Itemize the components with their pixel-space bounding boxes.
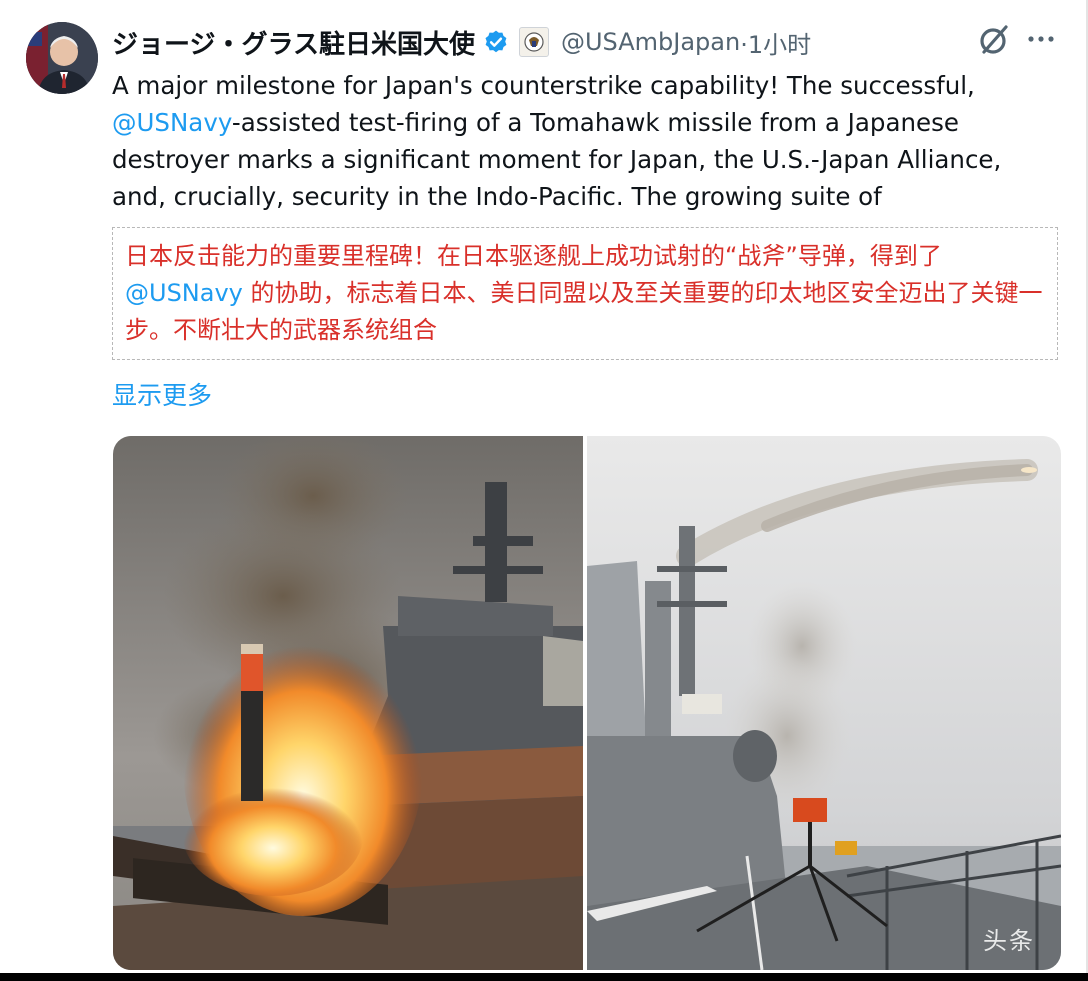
tweet-text-part-1: A major milestone for Japan's counterstr… bbox=[112, 71, 975, 100]
translation-mention-link[interactable]: @USNavy bbox=[125, 279, 243, 307]
tweet-text-part-2: -assisted test-firing of a Tomahawk miss… bbox=[112, 108, 1002, 211]
tweet-header: ジョージ・グラス駐日米国大使 @USAmbJapan ·1小时 bbox=[112, 22, 1066, 62]
avatar-photo bbox=[26, 22, 98, 94]
tweet-card: ジョージ・グラス駐日米国大使 @USAmbJapan ·1小时 A major … bbox=[0, 0, 1088, 973]
translation-box: 日本反击能力的重要里程碑！在日本驱逐舰上成功试射的“战斧”导弹，得到了 @USN… bbox=[112, 227, 1058, 360]
timestamp[interactable]: ·1小时 bbox=[740, 25, 811, 60]
embassy-seal-icon[interactable] bbox=[518, 27, 549, 57]
media-grid: 头条 bbox=[113, 436, 1061, 970]
avatar[interactable] bbox=[26, 22, 98, 94]
media-photo-flight[interactable]: 头条 bbox=[587, 436, 1061, 970]
author-handle[interactable]: @USAmbJapan bbox=[561, 28, 740, 56]
show-more-link[interactable]: 显示更多 bbox=[112, 376, 212, 412]
grok-icon[interactable] bbox=[976, 22, 1012, 58]
mention-link-usnavy[interactable]: @USNavy bbox=[112, 108, 232, 137]
media-photo-launch[interactable] bbox=[113, 436, 583, 970]
watermark-text: 头条 bbox=[983, 927, 1035, 955]
more-options-icon[interactable] bbox=[1024, 22, 1058, 56]
translation-text-part-1: 日本反击能力的重要里程碑！在日本驱逐舰上成功试射的“战斧”导弹，得到了 bbox=[125, 242, 942, 270]
verified-badge-icon bbox=[483, 29, 509, 55]
tweet-text: A major milestone for Japan's counterstr… bbox=[112, 67, 1052, 215]
author-display-name[interactable]: ジョージ・グラス駐日米国大使 bbox=[112, 24, 475, 61]
translation-text-part-2: 的协助，标志着日本、美日同盟以及至关重要的印太地区安全迈出了关键一步。不断壮大的… bbox=[125, 279, 1043, 344]
